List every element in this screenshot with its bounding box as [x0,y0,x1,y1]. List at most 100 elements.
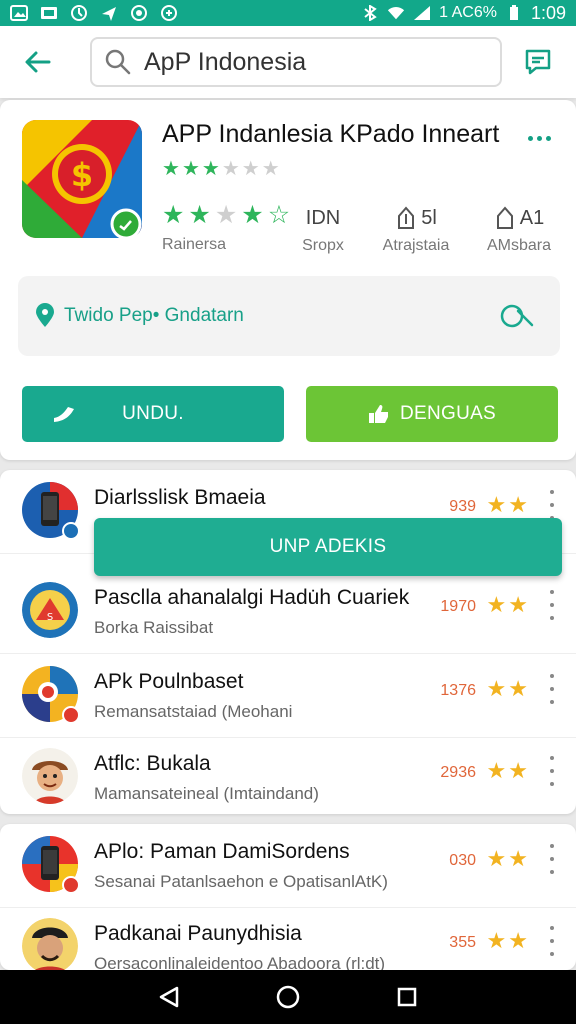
star-icon: ★ [221,158,240,180]
nav-back-button[interactable] [149,977,189,1017]
floating-button-label: UNP ADEKIS [269,536,387,557]
dot-icon [550,503,554,507]
battery-icon [505,5,523,21]
info-text: Twido Pep• Gndatarn [64,305,244,326]
dot-icon [550,939,554,943]
star-icon: ★ [162,201,185,229]
system-nav-bar [0,970,576,1024]
thumbs-up-icon [368,405,388,423]
list-item[interactable]: Padkanai Paunydhisia Oersaconlinaleident… [0,906,576,970]
flight-icon [100,5,118,21]
rating-stars-small: ★ ★ ★ ★ ★ ★ [162,156,280,181]
download-label: UNDU. [122,403,184,424]
tag-icon [496,206,513,229]
arrow-left-icon [25,51,51,73]
star-icon: ★ [162,158,180,180]
more-options-button[interactable] [548,674,556,704]
list-item[interactable]: S Pasclla ahanalalgi Hadu̇h Cuariek Bork… [0,570,576,654]
dot-icon [546,135,551,141]
list-item-subtitle: Remansatstaiad (Meohani [94,702,293,721]
list-item-subtitle: Sesanai Patanlsaehon e OpatisanlAtK) [94,872,388,891]
download-button[interactable]: UNDU. [22,386,284,442]
meta-value: 5l [421,206,437,229]
location-pin-icon [36,303,54,327]
search-box[interactable] [90,37,502,87]
dot-icon [537,135,542,141]
meta-label: Atrajstaia [382,237,450,254]
floating-action-button[interactable]: UNP ADEKIS [94,518,562,576]
meta-age: A1 AMsbara [484,205,554,255]
more-options-button[interactable] [548,926,556,956]
rating-stars: ★★ [486,846,530,871]
app-avatar [22,482,80,540]
message-icon [525,49,551,75]
dot-icon [550,782,554,786]
ask-button[interactable]: DENGUAS [306,386,558,442]
square-recents-icon [397,987,416,1007]
ask-label: DENGUAS [399,403,497,424]
nav-home-button[interactable] [268,977,308,1017]
more-options-button[interactable] [548,490,556,520]
list-item[interactable]: Atflc: Bukala Mamansateineal (Imtaindand… [0,736,576,820]
key-icon [500,304,534,328]
star-icon: ★ [181,158,200,180]
back-button[interactable] [10,34,66,90]
dot-icon [550,870,554,874]
dot-icon [550,700,554,704]
dot-icon [550,616,554,620]
dot-icon [550,952,554,956]
more-options-button[interactable] [548,756,556,786]
meta-label: AMsbara [486,237,552,254]
list-item-title: Atflc: Bukala [94,752,211,775]
badge-icon [62,876,80,894]
rating-stars: ★★ [486,492,530,517]
list-item-count: 030 [449,852,476,869]
list-item-title: Diarlsslisk Bmaeia [94,486,266,509]
list-item-subtitle: Borka Raissibat [94,618,214,637]
star-icon: ★ [188,201,211,229]
gallery-icon [10,5,28,21]
circle-home-icon [276,985,300,1009]
dot-icon [550,687,554,691]
dot-icon [528,135,533,141]
clock: 1:09 [530,2,566,23]
dot-icon [550,490,554,494]
meta-origin: IDN Sropx [300,205,346,255]
search-input[interactable] [144,47,474,77]
nav-recents-button[interactable] [387,977,427,1017]
key-button[interactable] [498,298,538,334]
app-logo: $ [22,120,142,240]
app-list-card: APlo: Paman DamiSordens Sesanai Patanlsa… [0,824,576,970]
star-icon: ★ [241,158,260,180]
star-icon: ☆ [267,201,291,229]
feedback-button[interactable] [518,42,558,82]
list-item[interactable]: APk Poulnbaset Remansatstaiad (Meohani 1… [0,654,576,738]
meta-downloads: 5l Atrajstaia [378,205,454,255]
meta-value: A1 [519,206,545,229]
more-options-button[interactable] [528,128,556,148]
more-options-button[interactable] [548,590,556,620]
wifi-icon [387,5,405,21]
more-options-button[interactable] [548,844,556,874]
dot-icon [550,857,554,861]
dot-icon [550,590,554,594]
verified-badge-icon [62,522,80,540]
app-avatar [22,836,80,894]
list-item-count: 355 [449,934,476,951]
star-icon: ★ [241,201,264,229]
info-banner[interactable]: Twido Pep• Gndatarn [18,276,560,356]
status-bar: 1 AC6% 1:09 [0,0,576,26]
star-icon: ★ [214,201,238,229]
dot-icon [550,603,554,607]
list-item-subtitle: Mamansateineal (Imtaindand) [94,784,319,803]
list-item[interactable]: APlo: Paman DamiSordens Sesanai Patanlsa… [0,824,576,908]
top-app-bar [0,26,576,98]
list-item-count: 1970 [440,598,476,615]
app-avatar: S [22,582,78,638]
sync-icon [70,5,88,21]
star-icon: ★ [201,158,220,180]
badge-icon [62,706,80,724]
rating-stars: ★★ [486,676,530,701]
list-item-title: APlo: Paman DamiSordens [94,840,350,863]
list-item-title: Pasclla ahanalalgi Hadu̇h Cuariek [94,586,410,609]
